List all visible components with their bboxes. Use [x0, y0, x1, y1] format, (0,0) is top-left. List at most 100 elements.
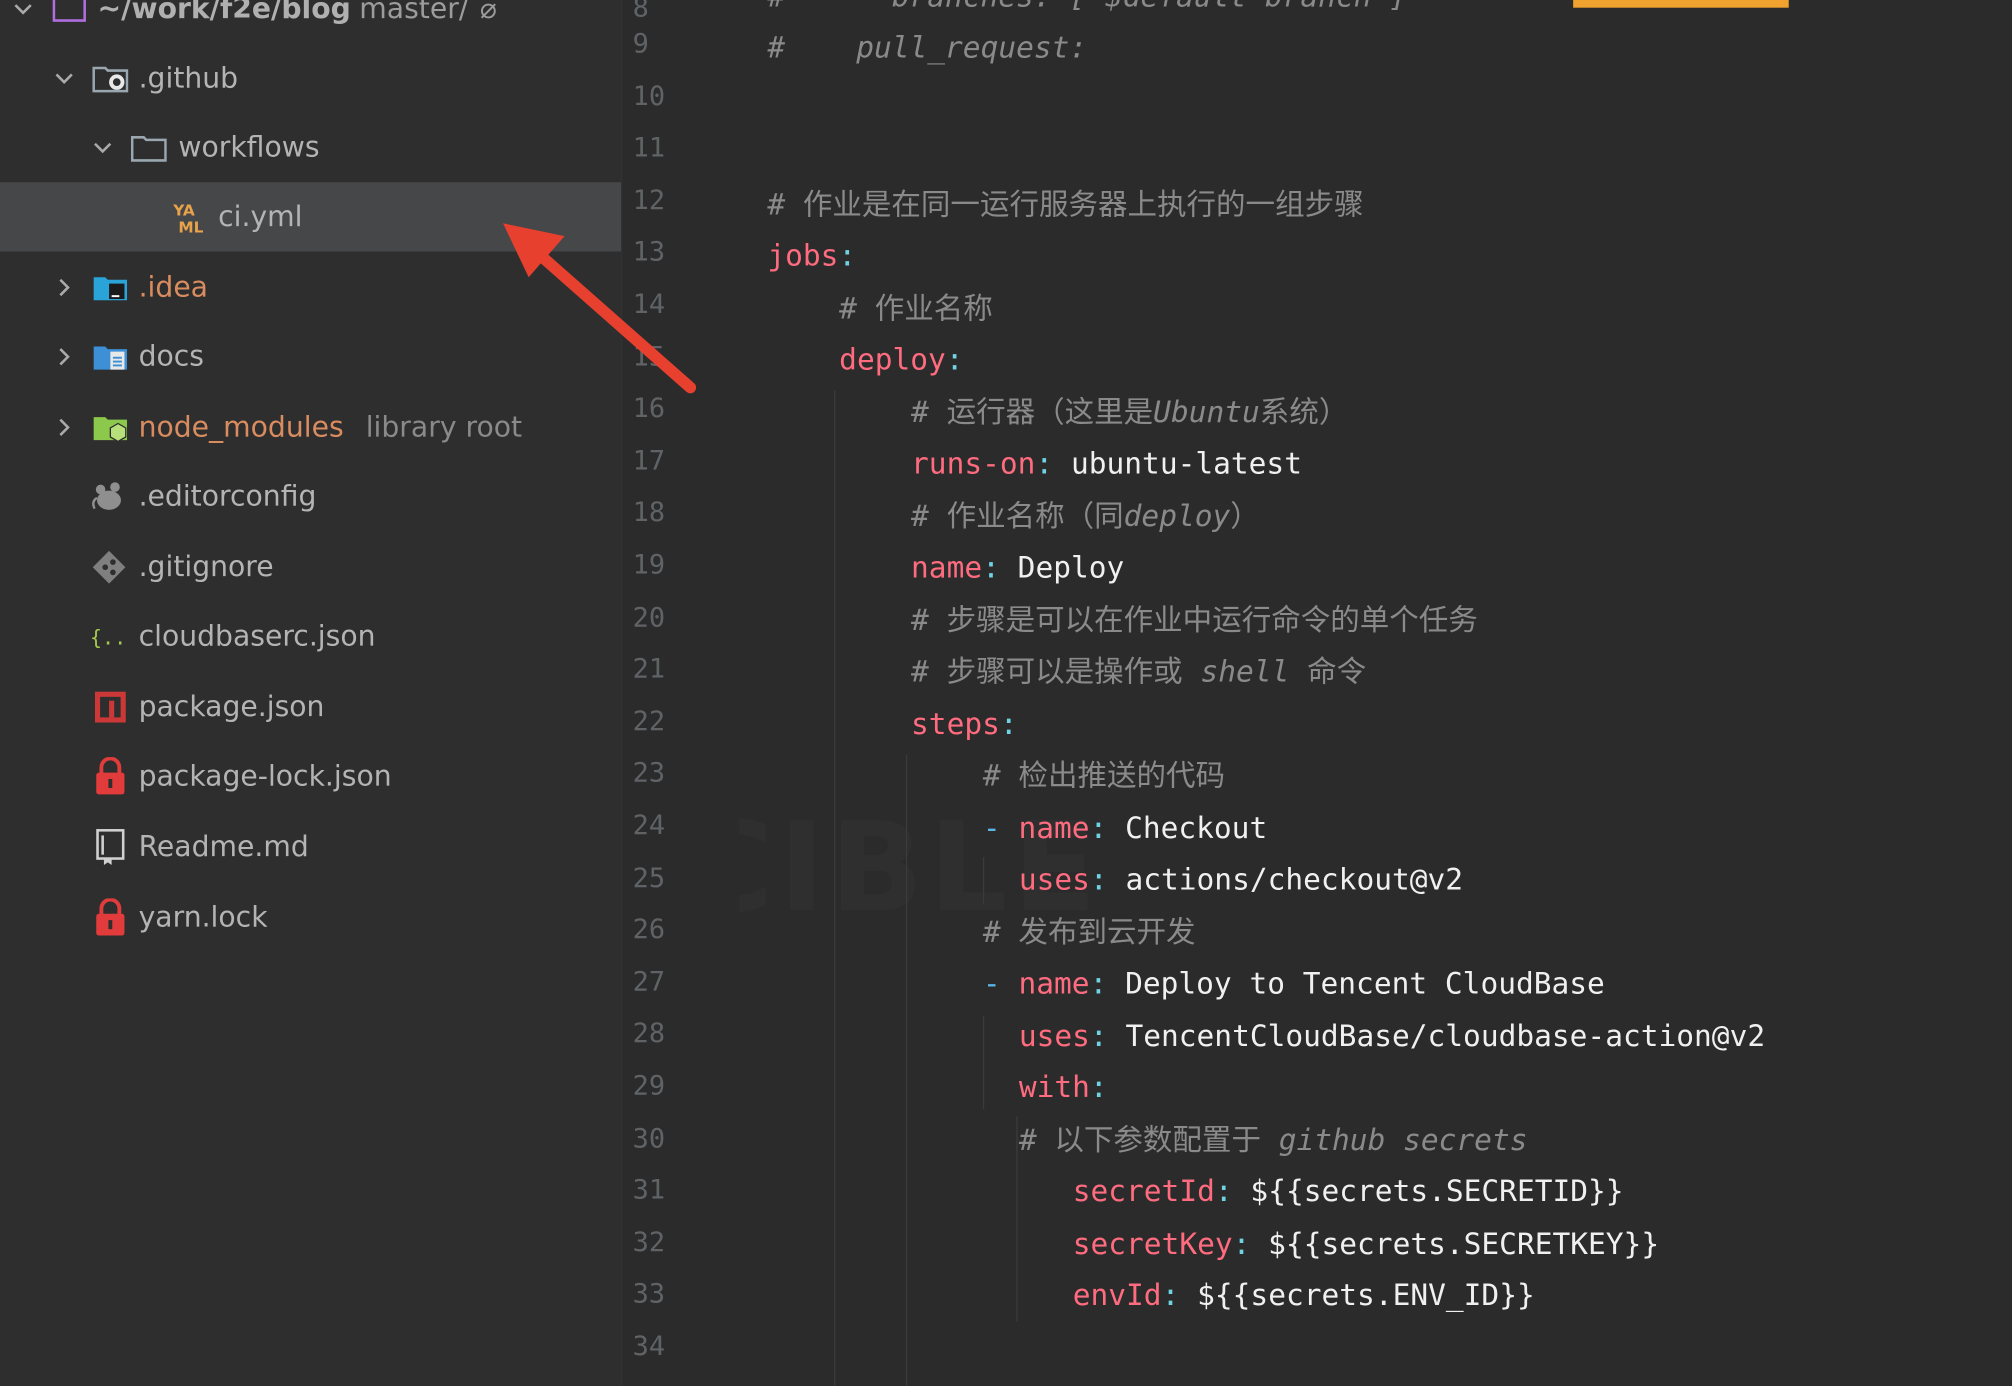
- code-line-17[interactable]: runs-on: ubuntu-latest: [911, 439, 1302, 490]
- chevron-right-icon[interactable]: [51, 275, 77, 301]
- yaml-value: Checkout: [1107, 812, 1268, 846]
- comment-text: ）: [1230, 500, 1260, 534]
- tree-item-label: .idea: [138, 271, 208, 304]
- json-file-icon: {..}: [90, 619, 126, 655]
- code-line-21[interactable]: # 步骤可以是操作或 shell 命令: [911, 647, 1366, 698]
- code-line-22[interactable]: steps:: [911, 699, 1018, 750]
- code-line-9[interactable]: # pull_request:: [767, 23, 1087, 74]
- code-line-26[interactable]: # 发布到云开发: [983, 907, 1196, 958]
- code-line-20[interactable]: # 步骤是可以在作业中运行命令的单个任务: [911, 595, 1478, 646]
- code-line-27[interactable]: - name: Deploy to Tencent CloudBase: [983, 959, 1605, 1010]
- chevron-down-icon[interactable]: [90, 135, 116, 161]
- tree-item-package-lock-json[interactable]: package-lock.json: [0, 742, 621, 811]
- line-number: 22: [632, 705, 666, 737]
- code-line-19[interactable]: name: Deploy: [911, 543, 1124, 594]
- editorconfig-icon: [90, 479, 126, 515]
- code-line-18[interactable]: # 作业名称（同deploy）: [911, 492, 1260, 543]
- svg-text:ML: ML: [178, 218, 203, 235]
- project-root-path: ~/work/f2e/blog: [97, 0, 351, 26]
- tree-item-gitignore[interactable]: .gitignore: [0, 533, 621, 602]
- tree-item-cloudbaserc-json[interactable]: {..} cloudbaserc.json: [0, 602, 621, 671]
- yaml-colon: :: [1035, 447, 1054, 482]
- comment-text: 系统）: [1259, 396, 1349, 430]
- code-line-13[interactable]: jobs:: [767, 231, 856, 282]
- svg-text:{..}: {..}: [90, 625, 126, 649]
- markdown-file-icon: [92, 829, 128, 865]
- code-line-30[interactable]: # 以下参数配置于 github secrets: [1019, 1115, 1528, 1166]
- yaml-key: runs-on: [911, 447, 1036, 482]
- yaml-file-icon: YA ML: [172, 199, 208, 235]
- tree-item-readme-md[interactable]: Readme.md: [0, 812, 621, 881]
- chevron-right-icon[interactable]: [51, 344, 77, 370]
- chevron-down-icon[interactable]: [10, 0, 36, 22]
- code-line-31[interactable]: secretId: ${{secrets.SECRETID}}: [1073, 1167, 1624, 1218]
- comment-text: pull_request:: [856, 32, 1088, 66]
- line-number: 18: [632, 497, 666, 528]
- git-icon: [91, 549, 127, 585]
- yaml-value: Deploy to Tencent CloudBase: [1107, 967, 1605, 1001]
- comment-text: # 作业名称（同: [911, 500, 1124, 534]
- tree-item-label: .github: [138, 62, 239, 95]
- chevron-down-icon[interactable]: [51, 65, 77, 91]
- yaml-key: jobs: [767, 239, 839, 274]
- line-number: 28: [632, 1018, 666, 1049]
- code-line-12[interactable]: # 作业是在同一运行服务器上执行的一组步骤: [767, 180, 1363, 231]
- yaml-value: Deploy: [999, 551, 1125, 586]
- yaml-colon: :: [945, 343, 964, 378]
- line-number: 10: [632, 80, 666, 112]
- code-line-24[interactable]: - name: Checkout: [983, 803, 1267, 854]
- lock-icon: [92, 898, 128, 936]
- code-line-25[interactable]: uses: actions/checkout@v2: [1019, 855, 1463, 906]
- comment-text: # 运行器（这里是: [911, 396, 1154, 430]
- project-tree[interactable]: ~/work/f2e/blog master/ ⌀ .github workfl…: [0, 0, 622, 1386]
- code-line-15[interactable]: deploy:: [839, 335, 963, 386]
- tree-item-ci-yml[interactable]: YA ML ci.yml: [0, 182, 622, 252]
- line-number: 15: [632, 340, 666, 372]
- tree-item-github[interactable]: .github: [0, 44, 621, 113]
- tree-item-yarn-lock[interactable]: yarn.lock: [0, 883, 621, 952]
- code-line-32[interactable]: secretKey: ${{secrets.SECRETKEY}}: [1073, 1219, 1659, 1270]
- list-dash: -: [982, 967, 1019, 1001]
- line-number: 29: [632, 1070, 666, 1102]
- editor-gutter[interactable]: 8 9 10 11 12 13 14 15 16 17 18 19 20 21 22 23 24 25 26 27 2…: [621, 0, 764, 1386]
- line-number: 30: [632, 1122, 666, 1154]
- line-number: 20: [632, 601, 666, 633]
- no-entry-icon: ⌀: [479, 0, 497, 26]
- folder-github-icon: [92, 60, 129, 96]
- code-line-8[interactable]: # branches: [ $default-branch ]: [767, 0, 1407, 23]
- yaml-key: name: [1018, 967, 1090, 1001]
- line-number: 32: [632, 1226, 666, 1258]
- chevron-right-icon[interactable]: [51, 415, 77, 441]
- tree-item-node-modules[interactable]: node_modules library root: [0, 393, 621, 462]
- yaml-value: actions/checkout@v2: [1107, 863, 1464, 898]
- yaml-colon: :: [1089, 1071, 1108, 1105]
- comment-text: 命令: [1289, 655, 1367, 690]
- indent-guide: [905, 754, 908, 1386]
- line-number: 25: [632, 861, 666, 893]
- tree-root-row[interactable]: ~/work/f2e/blog master/ ⌀: [0, 0, 621, 44]
- tree-item-editorconfig[interactable]: .editorconfig: [0, 462, 621, 531]
- yaml-key: secretKey: [1072, 1228, 1233, 1262]
- comment-text: github secrets: [1278, 1124, 1528, 1158]
- tree-item-package-json[interactable]: package.json: [0, 672, 621, 741]
- yaml-colon: :: [1214, 1175, 1233, 1209]
- code-line-16[interactable]: # 运行器（这里是Ubuntu系统）: [911, 388, 1348, 439]
- comment-hash: #: [767, 32, 786, 66]
- code-line-33[interactable]: envId: ${{secrets.ENV_ID}}: [1073, 1270, 1535, 1321]
- yaml-colon: :: [1089, 1020, 1108, 1054]
- code-line-23[interactable]: # 检出推送的代码: [983, 751, 1225, 802]
- code-line-14[interactable]: # 作业名称: [839, 284, 993, 335]
- code-line-29[interactable]: with:: [1019, 1063, 1108, 1114]
- module-folder-icon: [51, 0, 87, 27]
- code-editor[interactable]: INVINCIBLE # branches: [ $default-branch…: [739, 0, 2012, 1386]
- line-number: 23: [632, 757, 666, 789]
- tree-item-docs[interactable]: docs: [0, 322, 621, 391]
- line-number: 8: [632, 0, 649, 24]
- line-number: 12: [632, 184, 666, 216]
- code-line-28[interactable]: uses: TencentCloudBase/cloudbase-action@…: [1019, 1011, 1765, 1062]
- tree-item-workflows[interactable]: workflows: [0, 113, 621, 182]
- tree-item-label: workflows: [178, 131, 320, 164]
- yaml-key: with: [1018, 1071, 1090, 1105]
- line-number: 13: [632, 236, 666, 268]
- tree-item-idea[interactable]: .idea: [0, 253, 621, 322]
